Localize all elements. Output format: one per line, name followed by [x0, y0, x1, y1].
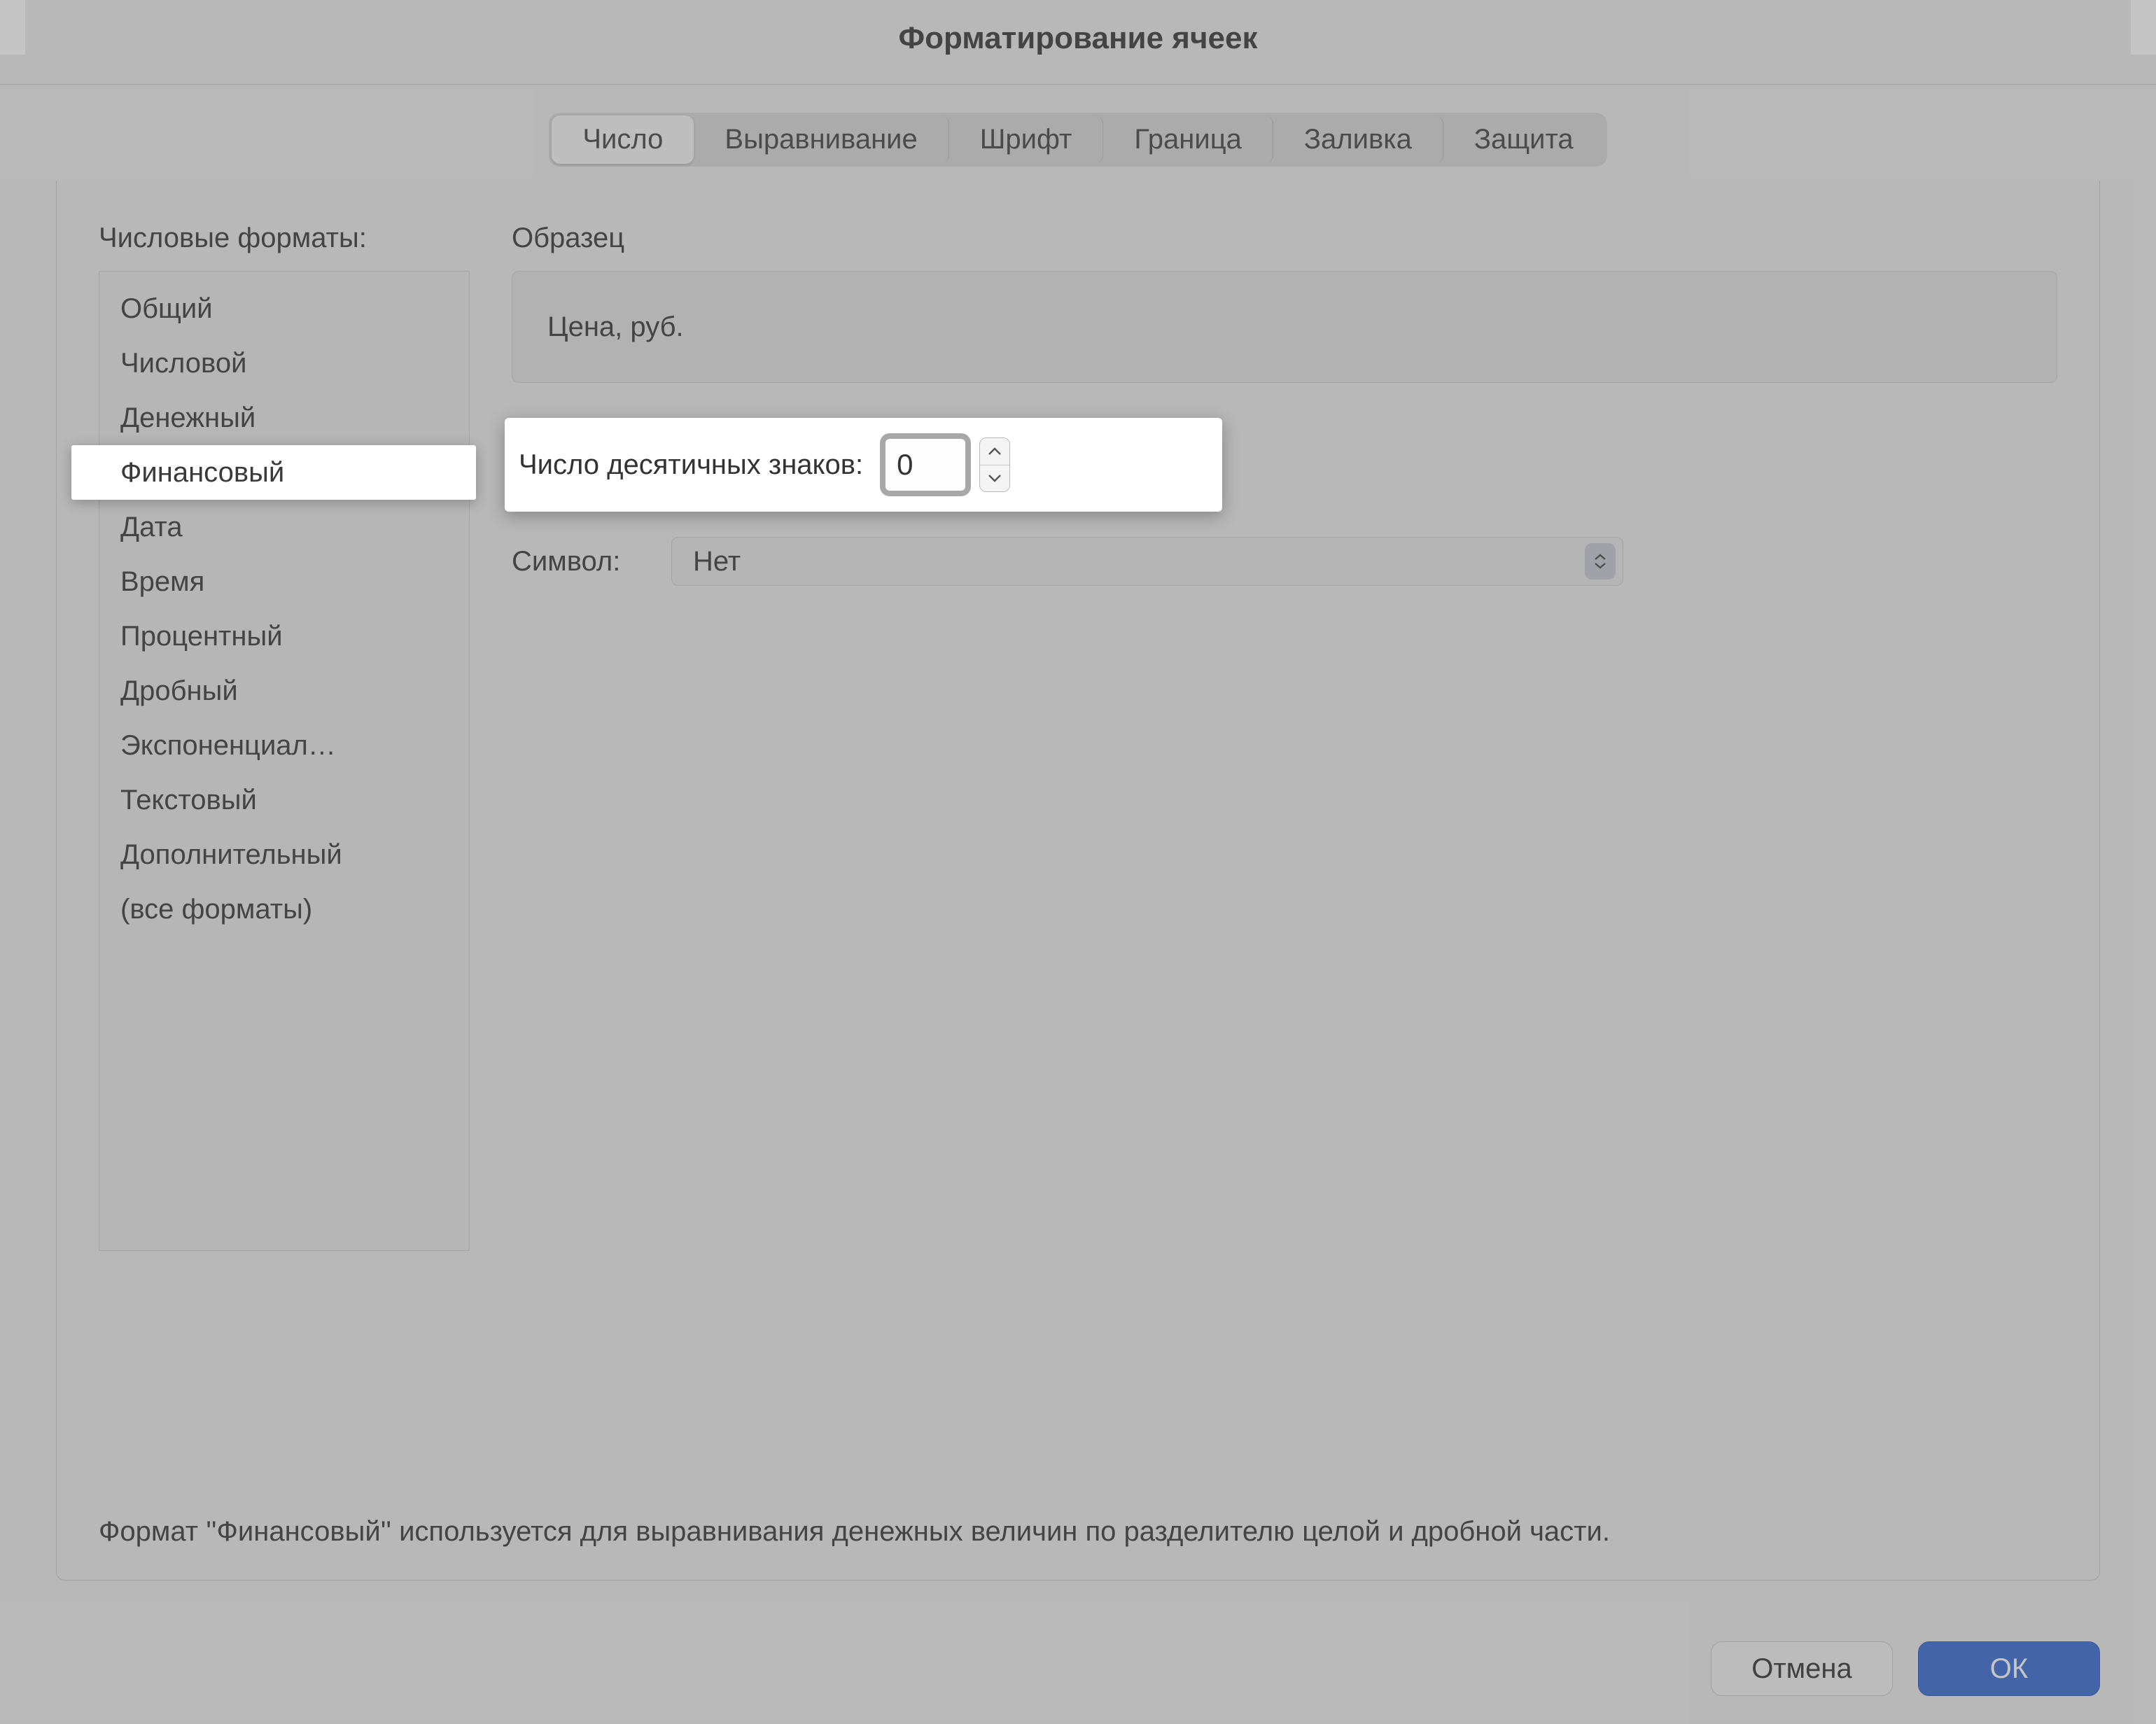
dialog-title: Форматирование ячеек	[0, 0, 2156, 85]
ok-button[interactable]: ОК	[1918, 1641, 2100, 1696]
symbol-select[interactable]: Нет	[671, 537, 1623, 586]
tab-number[interactable]: Число	[552, 115, 694, 164]
tab-font[interactable]: Шрифт	[949, 115, 1104, 164]
number-panel: Числовые форматы: Общий Числовой Денежны…	[56, 181, 2100, 1581]
decimal-places-steppers	[979, 437, 1010, 492]
category-item-time[interactable]: Время	[99, 554, 469, 609]
cancel-button[interactable]: Отмена	[1711, 1641, 1893, 1696]
decimal-places-stepper: 0	[880, 433, 1010, 496]
tab-fill[interactable]: Заливка	[1273, 115, 1443, 164]
symbol-value: Нет	[693, 546, 741, 577]
category-list[interactable]: Общий Числовой Денежный Финансовый Дата …	[99, 271, 470, 1251]
category-label: Числовые форматы:	[99, 223, 470, 254]
category-item-scientific[interactable]: Экспоненциал…	[99, 718, 469, 773]
category-item-special[interactable]: Дополнительный	[99, 827, 469, 882]
decimal-step-down-button[interactable]	[980, 465, 1009, 492]
decimal-step-up-button[interactable]	[980, 438, 1009, 465]
category-item-currency[interactable]: Денежный	[99, 391, 469, 445]
symbol-label: Символ:	[512, 546, 652, 577]
corner-decoration-right	[2131, 0, 2156, 55]
category-item-fraction[interactable]: Дробный	[99, 664, 469, 718]
category-item-accounting[interactable]: Финансовый	[71, 445, 476, 500]
sample-preview: Цена, руб.	[512, 271, 2057, 383]
chevron-down-icon	[988, 474, 1001, 482]
decimal-places-label: Число десятичных знаков:	[519, 449, 863, 481]
symbol-row: Символ: Нет	[512, 537, 2057, 586]
decimal-places-value: 0	[897, 448, 913, 482]
select-arrows-icon	[1585, 543, 1616, 580]
category-item-general[interactable]: Общий	[99, 281, 469, 336]
tab-protection[interactable]: Защита	[1443, 115, 1604, 164]
chevron-up-icon	[988, 447, 1001, 456]
sample-value: Цена, руб.	[547, 311, 684, 343]
dialog-footer: Отмена ОК	[1711, 1641, 2100, 1696]
decimal-places-input[interactable]: 0	[880, 433, 971, 496]
category-item-custom[interactable]: (все форматы)	[99, 882, 469, 937]
format-cells-dialog: Форматирование ячеек Число Выравнивание …	[0, 0, 2156, 1724]
category-item-text[interactable]: Текстовый	[99, 773, 469, 827]
tab-alignment[interactable]: Выравнивание	[694, 115, 948, 164]
category-item-number[interactable]: Числовой	[99, 336, 469, 391]
tabs-bar: Число Выравнивание Шрифт Граница Заливка…	[549, 113, 1606, 167]
category-item-date[interactable]: Дата	[99, 500, 469, 554]
corner-decoration-left	[0, 0, 25, 55]
sample-label: Образец	[512, 223, 2057, 254]
decimal-places-row: Число десятичных знаков: 0	[505, 418, 1222, 512]
format-description: Формат ''Финансовый'' используется для в…	[99, 1511, 2057, 1552]
category-item-percentage[interactable]: Процентный	[99, 609, 469, 664]
tab-border[interactable]: Граница	[1103, 115, 1273, 164]
